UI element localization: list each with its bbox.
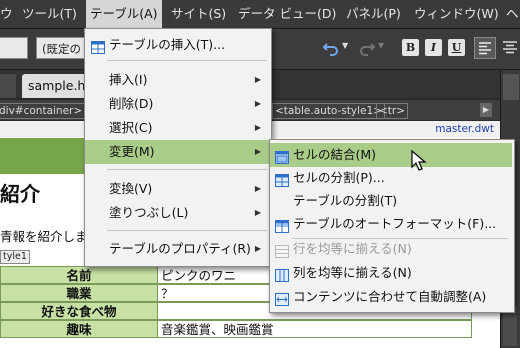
tab-prev[interactable] xyxy=(0,74,16,98)
menu-item-label: セルの分割(P)... xyxy=(293,170,385,185)
menu-item-distribute-columns[interactable]: 列を均等に揃える(N) xyxy=(270,261,512,285)
menu-separator xyxy=(107,60,267,61)
menu-item-autofit-contents[interactable]: コンテンツに合わせて自動調整(A) xyxy=(270,285,512,309)
underline-button[interactable]: U xyxy=(448,39,465,56)
page-heading: 紹介 xyxy=(0,182,40,206)
table-header-cell[interactable]: 職業 xyxy=(0,284,158,302)
menu-item-label: 変換(V) xyxy=(109,181,153,196)
menu-bar: ウ ツール(T) テーブル(A) サイト(S) データ ビュー(D) パネル(P… xyxy=(0,0,520,29)
bold-button[interactable]: B xyxy=(402,39,419,56)
insert-table-icon xyxy=(91,38,105,54)
menu-tools[interactable]: ツール(T) xyxy=(18,0,81,28)
tag-tr[interactable]: <tr> xyxy=(376,103,409,119)
menu-item-label: 塗りつぶし(L) xyxy=(109,205,189,220)
submenu-arrow-icon: ▶ xyxy=(254,184,261,193)
menu-item-insert[interactable]: 挿入(I) ▶ xyxy=(85,68,269,92)
undo-dropdown-icon[interactable]: ▼ xyxy=(342,41,348,50)
align-left-icon xyxy=(479,42,491,55)
table-menu: テーブルの挿入(T)... 挿入(I) ▶ 削除(D) ▶ 選択(C) ▶ 変更… xyxy=(84,28,272,267)
autofit-icon xyxy=(275,290,289,306)
merge-cells-icon xyxy=(275,148,289,164)
submenu-arrow-icon: ▶ xyxy=(254,147,261,156)
menu-table[interactable]: テーブル(A) xyxy=(86,0,162,28)
menu-data-view[interactable]: データ ビュー(D) xyxy=(234,0,340,28)
distribute-columns-icon xyxy=(275,266,289,282)
align-center-icon xyxy=(503,41,517,54)
menu-separator xyxy=(107,230,267,231)
menu-item-label: 行を均等に揃える(N) xyxy=(293,241,412,256)
mouse-pointer-icon xyxy=(411,149,429,172)
table-header-cell[interactable]: 趣味 xyxy=(0,320,158,338)
menu-item-table-properties[interactable]: テーブルのプロパティ(R) ▶ xyxy=(85,237,269,261)
menu-item-label: 列を均等に揃える(N) xyxy=(293,265,412,280)
menu-item-split-cell[interactable]: セルの分割(P)... xyxy=(270,166,512,190)
menu-item-distribute-rows[interactable]: 行を均等に揃える(N) xyxy=(270,237,512,261)
redo-icon[interactable] xyxy=(358,39,376,57)
menu-item-label: テーブルのオートフォーマット(F)... xyxy=(293,216,497,231)
menu-item-select[interactable]: 選択(C) ▶ xyxy=(85,116,269,140)
tag-div-container[interactable]: div#container> xyxy=(0,103,86,119)
italic-button[interactable]: I xyxy=(425,39,442,56)
submenu-arrow-icon: ▶ xyxy=(254,244,261,253)
menu-item-merge-cells[interactable]: セルの結合(M) xyxy=(270,143,512,167)
menu-item-label: コンテンツに合わせて自動調整(A) xyxy=(293,289,487,304)
menu-help[interactable]: ヘ xyxy=(502,0,520,28)
menu-item-label: 削除(D) xyxy=(109,96,154,111)
split-cell-icon xyxy=(275,171,289,187)
table-cell[interactable]: 音楽鑑賞、映画鑑賞 xyxy=(157,320,472,338)
font-select[interactable] xyxy=(0,37,28,59)
panel-tab[interactable] xyxy=(503,74,519,100)
menu-item-fill[interactable]: 塗りつぶし(L) ▶ xyxy=(85,201,269,225)
menu-item-label: テーブルの分割(T) xyxy=(293,193,398,208)
tag-scroll-right-icon[interactable]: ▶ xyxy=(480,103,492,117)
menu-item-label: 挿入(I) xyxy=(109,72,148,87)
tag-table[interactable]: <table.auto-style1> xyxy=(272,103,385,119)
submenu-arrow-icon: ▶ xyxy=(254,208,261,217)
style-select[interactable]: (既定の xyxy=(36,37,88,59)
menu-separator xyxy=(107,169,267,170)
menu-edit[interactable]: ウ xyxy=(0,0,17,28)
menu-item-label: 変更(M) xyxy=(109,144,155,159)
modify-submenu: セルの結合(M) セルの分割(P)... テーブルの分割(T) テーブルのオート… xyxy=(269,139,515,313)
submenu-arrow-icon: ▶ xyxy=(254,75,261,84)
menu-panels[interactable]: パネル(P) xyxy=(342,0,405,28)
menu-site[interactable]: サイト(S) xyxy=(167,0,230,28)
align-left-button[interactable] xyxy=(474,37,496,59)
menu-item-label: 選択(C) xyxy=(109,120,153,135)
menu-item-label: テーブルのプロパティ(R) xyxy=(109,241,251,256)
master-template-link[interactable]: master.dwt xyxy=(435,123,494,135)
menu-item-modify[interactable]: 変更(M) ▶ xyxy=(85,140,269,164)
redo-dropdown-icon[interactable]: ▼ xyxy=(378,41,384,50)
align-center-button[interactable] xyxy=(500,37,520,59)
submenu-arrow-icon: ▶ xyxy=(254,99,261,108)
undo-icon[interactable] xyxy=(322,39,340,57)
menu-item-split-table[interactable]: テーブルの分割(T) xyxy=(270,189,512,213)
menu-item-label: セルの結合(M) xyxy=(293,147,377,162)
menu-item-insert-table[interactable]: テーブルの挿入(T)... xyxy=(85,33,269,57)
menu-item-label: テーブルの挿入(T)... xyxy=(109,37,226,52)
style-label: tyle1 xyxy=(0,250,30,264)
intro-text: 青報を紹介しま xyxy=(0,229,88,244)
table-header-cell[interactable]: 好きな食べ物 xyxy=(0,302,158,320)
menu-item-delete[interactable]: 削除(D) ▶ xyxy=(85,92,269,116)
submenu-arrow-icon: ▶ xyxy=(254,123,261,132)
header-band xyxy=(0,138,86,174)
table-header-cell[interactable]: 名前 xyxy=(0,266,158,284)
distribute-rows-icon xyxy=(275,242,289,258)
menu-item-table-autoformat[interactable]: テーブルのオートフォーマット(F)... xyxy=(270,212,512,236)
autoformat-icon xyxy=(275,217,289,233)
menu-window[interactable]: ウィンドウ(W) xyxy=(410,0,503,28)
menu-item-convert[interactable]: 変換(V) ▶ xyxy=(85,177,269,201)
